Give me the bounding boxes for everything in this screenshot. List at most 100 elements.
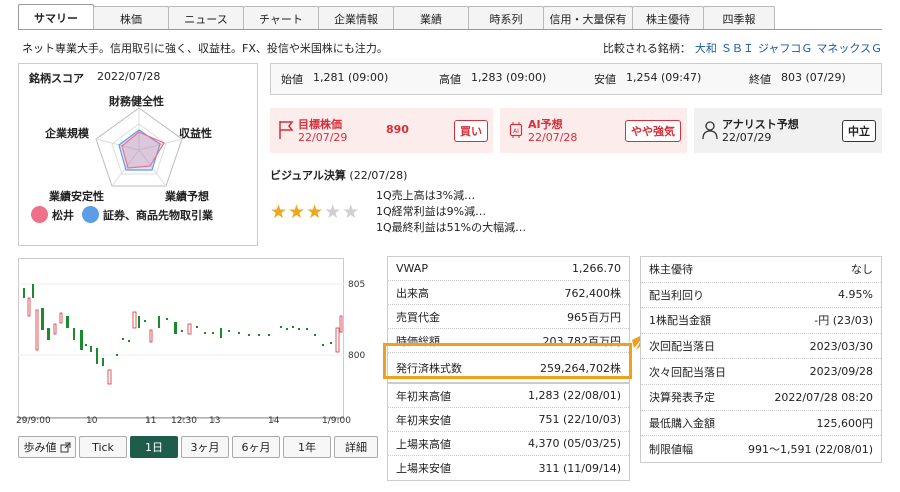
ai-forecast-card[interactable]: AI AI予想 22/07/28 やや強気: [500, 108, 687, 153]
price-range-table: 年初来高値 1,283 (22/08/01) 年初来安値 751 (22/10/03…: [387, 383, 630, 481]
star-icon: ★: [306, 201, 324, 223]
tick-history-label: 歩み値: [23, 441, 57, 454]
y-tick-label: 800: [348, 351, 366, 361]
axis-label: 業績安定性: [49, 190, 104, 203]
table-row: 次回配当落日 2023/03/30: [641, 334, 881, 360]
legend-company: 松井: [52, 208, 74, 222]
row-label: 出来高: [396, 286, 429, 300]
star-icon: ★: [342, 201, 360, 223]
target-title: 目標株価: [298, 118, 342, 131]
close-price: 終値 803 (07/29): [749, 71, 846, 87]
x-tick-label: 1/9:00: [322, 416, 351, 426]
row-label: 次回配当落日: [649, 340, 715, 354]
x-tick-label: 11: [145, 416, 157, 426]
row-value: 2023/09/28: [809, 365, 873, 379]
row-label: 上場来安値: [396, 462, 451, 475]
analyst-badge: 中立: [842, 120, 876, 142]
row-value: 1,283 (22/08/01): [528, 389, 621, 402]
one-day-button[interactable]: 1日: [130, 436, 178, 458]
compared-link[interactable]: ジャフコＧ: [758, 40, 812, 56]
tick-history-button[interactable]: 歩み値: [18, 436, 76, 458]
row-label: VWAP: [396, 262, 428, 275]
table-row: 上場来高値 4,370 (05/03/25): [388, 432, 629, 456]
tab-company-info[interactable]: 企業情報: [318, 6, 394, 30]
intraday-chart[interactable]: [18, 258, 363, 428]
row-value: 1,266.70: [572, 262, 621, 275]
detail-button[interactable]: 詳細: [334, 436, 378, 458]
legend-industry: 証券、商品先物取引業: [103, 208, 213, 222]
rating-stars: ★ ★ ★ ★ ★: [270, 203, 359, 222]
target-date: 22/07/29: [298, 131, 348, 144]
compared-stocks: 比較される銘柄： 大和 ＳＢＩ ジャフコＧ マネックスＧ: [603, 40, 882, 56]
highlight-box: [383, 343, 632, 379]
analyst-date: 22/07/29: [722, 131, 772, 144]
row-value: 2023/03/30: [809, 339, 873, 353]
ai-title: AI予想: [528, 118, 563, 131]
tab-margin[interactable]: 信用・大量保有: [543, 6, 633, 30]
three-month-button[interactable]: 3ヶ月: [181, 436, 229, 458]
row-label: 最低購入金額: [649, 416, 715, 430]
price-value: 803 (07/29): [781, 71, 846, 84]
visual-title-label: ビジュアル決算: [270, 169, 346, 182]
analyst-card[interactable]: アナリスト予想 22/07/29 中立: [694, 108, 882, 153]
tab-quarterly-report[interactable]: 四季報: [703, 6, 775, 30]
tab-summary[interactable]: サマリー: [18, 4, 94, 30]
visual-earnings-title: ビジュアル決算 (22/07/28): [270, 167, 407, 183]
star-icon: ★: [324, 201, 342, 223]
tab-chart[interactable]: チャート: [243, 6, 319, 30]
x-tick-label: 29/9:00: [16, 416, 51, 426]
tab-news[interactable]: ニュース: [168, 6, 244, 30]
row-label: 配当利回り: [649, 288, 704, 302]
table-row: 上場来安値 311 (11/09/14): [388, 456, 629, 480]
score-title: 銘柄スコア: [29, 72, 84, 85]
target-badge: 買い: [454, 120, 488, 142]
x-tick-label: 13: [209, 416, 221, 426]
score-date: 2022/07/28: [97, 70, 161, 83]
ai-date: 22/07/28: [528, 131, 578, 144]
ai-badge: やや強気: [625, 120, 681, 142]
tab-shareholder-benefits[interactable]: 株主優待: [632, 6, 704, 30]
price-value: 1,254 (09:47): [626, 71, 702, 84]
table-row: 次々回配当落日 2023/09/28: [641, 359, 881, 385]
visual-line: 1Q最終利益は51%の大幅減…: [376, 221, 527, 234]
row-value: 4,370 (05/03/25): [528, 437, 621, 450]
y-tick-label: 805: [348, 280, 366, 290]
row-value: 311 (11/09/14): [538, 461, 621, 475]
compared-label: 比較される銘柄：: [602, 42, 691, 55]
company-description: ネット専業大手。信用取引に強く、収益柱。FX、投信や米国株にも注力。: [22, 42, 388, 55]
table-row: 決算発表予定 2022/07/28 08:20: [641, 385, 881, 411]
compared-link[interactable]: マネックスＧ: [816, 40, 882, 56]
compared-link[interactable]: ＳＢＩ: [721, 40, 754, 56]
tab-time-series[interactable]: 時系列: [468, 6, 544, 30]
visual-line: 1Q売上高は3%減…: [376, 189, 476, 202]
target-value: 890: [386, 123, 409, 136]
price-value: 1,281 (09:00): [313, 71, 389, 84]
price-label: 終値: [749, 73, 771, 86]
compared-link[interactable]: 大和: [695, 40, 717, 56]
row-label: 売買代金: [396, 310, 440, 324]
row-value: 762,400株: [564, 286, 622, 300]
one-year-button[interactable]: 1年: [283, 436, 331, 458]
tab-earnings[interactable]: 業績: [393, 6, 469, 30]
radar-chart: [95, 107, 183, 187]
flag-icon: [279, 121, 294, 139]
stock-score-panel: 銘柄スコア 2022/07/28 財務健全性 収益性 業績予想 業績安定性 企業…: [18, 63, 258, 246]
visual-earnings-summary[interactable]: 1Q売上高は3%減… 1Q経常利益は9%減… 1Q最終利益は51%の大幅減…: [376, 188, 526, 236]
tick-button[interactable]: Tick: [79, 436, 127, 458]
table-row: 1株配当金額 -円 (23/03): [641, 308, 881, 334]
row-label: 株主優待: [649, 263, 693, 277]
six-month-button[interactable]: 6ヶ月: [232, 436, 280, 458]
table-row: 株主優待 なし: [641, 257, 881, 283]
row-value: 125,600円: [816, 416, 874, 430]
svg-text:AI: AI: [513, 128, 519, 135]
analyst-title: アナリスト予想: [722, 118, 799, 131]
tab-stock-price[interactable]: 株価: [93, 6, 169, 30]
row-value: 965百万円: [567, 310, 621, 324]
table-row: 制限値幅 991～1,591 (22/08/01): [641, 436, 881, 462]
analyst-person-icon: [702, 121, 718, 140]
target-price-card[interactable]: 目標株価 22/07/29 890 買い: [270, 108, 493, 153]
table-row: 最低購入金額 125,600円: [641, 411, 881, 437]
visual-title-date: (22/07/28): [349, 169, 408, 182]
open-price: 始値 1,281 (09:00): [281, 71, 439, 87]
chart-range-buttons: 歩み値 Tick 1日 3ヶ月 6ヶ月 1年 詳細: [18, 436, 378, 458]
